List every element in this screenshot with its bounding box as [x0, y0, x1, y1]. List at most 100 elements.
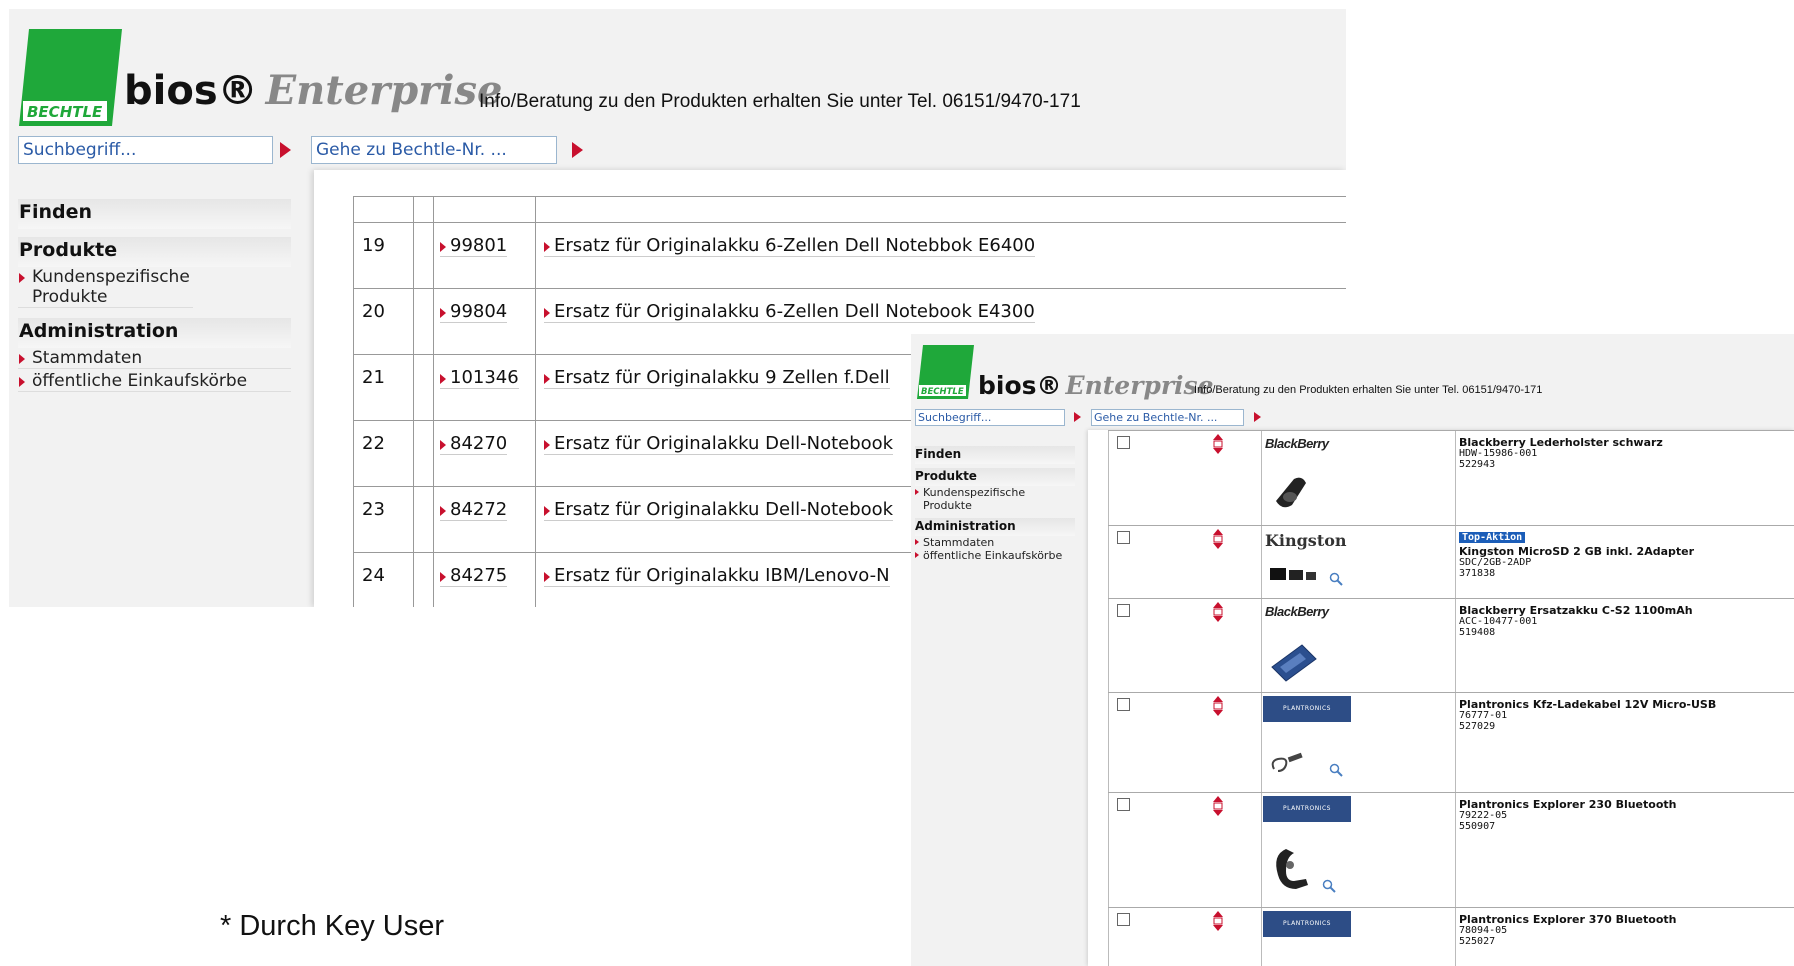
- goto-number-input[interactable]: Gehe zu Bechtle-Nr. ...: [311, 136, 557, 164]
- product-sku: ACC-10477-001: [1459, 616, 1538, 627]
- sort-updown-icon[interactable]: [1212, 434, 1224, 454]
- brand-logo-plantronics: PLANTRONICS: [1263, 696, 1351, 722]
- sort-updown-icon[interactable]: [1212, 796, 1224, 816]
- sort-updown-icon[interactable]: [1212, 911, 1224, 931]
- footnote-key-user: * Durch Key User: [220, 910, 445, 942]
- product-image-battery[interactable]: [1268, 639, 1320, 683]
- bechtle-logo[interactable]: BECHTLE: [917, 345, 974, 399]
- article-description-link[interactable]: Ersatz für Originalakku Dell-Notebook: [544, 499, 894, 521]
- bechtle-logo[interactable]: BECHTLE: [19, 29, 122, 126]
- product-name[interactable]: Kingston MicroSD 2 GB inkl. 2Adapter: [1459, 546, 1694, 557]
- sidebar-item-stammdaten[interactable]: Stammdaten: [18, 348, 291, 369]
- sidebar-section-administration[interactable]: Administration: [915, 518, 1075, 536]
- sidebar-section-produkte[interactable]: Produkte: [18, 237, 291, 267]
- brand-logo-plantronics: PLANTRONICS: [1263, 796, 1351, 822]
- article-number-link[interactable]: 99804: [440, 301, 508, 323]
- product-name[interactable]: Blackberry Lederholster schwarz: [1459, 437, 1663, 448]
- article-description-link[interactable]: Ersatz für Originalakku Dell-Notebook: [544, 433, 894, 455]
- product-sku: 79222-05: [1459, 810, 1508, 821]
- brand-bios: bios®: [978, 371, 1062, 400]
- article-description-link[interactable]: Ersatz für Originalakku 6-Zellen Dell No…: [544, 301, 1035, 323]
- article-number-link[interactable]: 84272: [440, 499, 508, 521]
- product-image-microsd[interactable]: [1268, 564, 1326, 586]
- product-row: PLANTRONICS Plantronics Kfz-Ladekabel 12…: [1108, 692, 1794, 792]
- product-number: 371838: [1459, 568, 1496, 579]
- product-image-charger-cable[interactable]: [1268, 751, 1308, 775]
- article-description-link[interactable]: Ersatz für Originalakku 6-Zellen Dell No…: [544, 235, 1036, 257]
- zoom-icon[interactable]: [1322, 879, 1336, 893]
- search-input[interactable]: Suchbegriff...: [18, 136, 273, 164]
- logo-text: BECHTLE: [27, 103, 103, 121]
- search-submit-arrow-icon[interactable]: [1071, 409, 1083, 426]
- select-checkbox[interactable]: [1117, 436, 1130, 449]
- product-image-headset[interactable]: [1268, 845, 1316, 895]
- product-row: BlackBerry Blackberry Ersatzakku C-S2 11…: [1108, 598, 1794, 692]
- brand-logo-blackberry: BlackBerry: [1265, 604, 1329, 619]
- sidebar-item-kundenspezifische-produkte[interactable]: Kundenspezifische Produkte: [18, 267, 193, 308]
- sidebar-item-einkaufskoerbe[interactable]: öffentliche Einkaufskörbe: [915, 549, 1075, 562]
- brand-logo-blackberry: BlackBerry: [1265, 436, 1329, 451]
- zoom-icon[interactable]: [1329, 572, 1343, 586]
- product-row: PLANTRONICS Plantronics Explorer 370 Blu…: [1108, 907, 1794, 966]
- article-number-link[interactable]: 99801: [440, 235, 508, 257]
- article-number-link[interactable]: 84270: [440, 433, 508, 455]
- article-description-link[interactable]: Ersatz für Originalakku IBM/Lenovo-N: [544, 565, 890, 587]
- select-checkbox[interactable]: [1117, 531, 1130, 544]
- sort-updown-icon[interactable]: [1212, 696, 1224, 716]
- product-number: 525027: [1459, 936, 1496, 947]
- table-header-row: [353, 196, 1346, 223]
- brand-title: bios® Enterprise: [124, 67, 502, 114]
- screenshot-overlay: BECHTLE bios® Enterprise Info/Beratung zu…: [911, 334, 1794, 966]
- article-number-link[interactable]: 101346: [440, 367, 519, 389]
- sidebar-section-produkte[interactable]: Produkte: [915, 468, 1075, 486]
- select-checkbox[interactable]: [1117, 604, 1130, 617]
- product-name[interactable]: Plantronics Explorer 230 Bluetooth: [1459, 799, 1676, 810]
- row-number: 24: [353, 552, 414, 607]
- sidebar-section-finden[interactable]: Finden: [18, 199, 291, 229]
- row-number: 23: [353, 486, 414, 553]
- product-name[interactable]: Plantronics Kfz-Ladekabel 12V Micro-USB: [1459, 699, 1716, 710]
- goto-number-input[interactable]: Gehe zu Bechtle-Nr. ...: [1091, 409, 1244, 426]
- sidebar: Finden Produkte Kundenspezifische Produk…: [18, 199, 291, 392]
- product-name[interactable]: Blackberry Ersatzakku C-S2 1100mAh: [1459, 605, 1693, 616]
- goto-submit-arrow-icon[interactable]: [567, 136, 587, 164]
- brand-logo-plantronics: PLANTRONICS: [1263, 911, 1351, 937]
- logo-text: BECHTLE: [921, 387, 964, 397]
- sort-updown-icon[interactable]: [1212, 602, 1224, 622]
- select-checkbox[interactable]: [1117, 698, 1130, 711]
- product-row: Kingston Top-Aktion Kingston MicroSD 2 G…: [1108, 525, 1794, 598]
- sidebar-section-administration[interactable]: Administration: [18, 318, 291, 348]
- select-checkbox[interactable]: [1117, 798, 1130, 811]
- info-hotline: Info/Beratung zu den Produkten erhalten …: [479, 91, 1081, 112]
- top-aktion-badge[interactable]: Top-Aktion: [1459, 532, 1526, 543]
- product-row: PLANTRONICS Plantronics Explorer 230 Blu…: [1108, 792, 1794, 907]
- brand-bios: bios®: [124, 68, 258, 114]
- article-number-link[interactable]: 84275: [440, 565, 508, 587]
- sidebar-item-stammdaten[interactable]: Stammdaten: [915, 536, 1075, 549]
- sort-updown-icon[interactable]: [1212, 529, 1224, 549]
- brand-enterprise: Enterprise: [1065, 371, 1214, 400]
- sidebar: Finden Produkte Kundenspezifische Produk…: [915, 446, 1075, 562]
- product-list-panel: BlackBerry Blackberry Lederholster schwa…: [1088, 430, 1794, 966]
- info-hotline: Info/Beratung zu den Produkten erhalten …: [1194, 384, 1543, 396]
- product-sku: HDW-15986-001: [1459, 448, 1538, 459]
- sidebar-item-kundenspezifische-produkte[interactable]: Kundenspezifische Produkte: [915, 486, 1025, 512]
- table-row: 19 99801 Ersatz für Originalakku 6-Zelle…: [353, 222, 1346, 289]
- product-sku: 78094-05: [1459, 925, 1508, 936]
- article-description-link[interactable]: Ersatz für Originalakku 9 Zellen f.Dell: [544, 367, 890, 389]
- product-name[interactable]: Plantronics Explorer 370 Bluetooth: [1459, 914, 1676, 925]
- product-number: 550907: [1459, 821, 1496, 832]
- product-number: 522943: [1459, 459, 1496, 470]
- row-number: 19: [353, 222, 414, 289]
- zoom-icon[interactable]: [1329, 763, 1343, 777]
- product-number: 527029: [1459, 721, 1496, 732]
- sidebar-item-einkaufskoerbe[interactable]: öffentliche Einkaufskörbe: [18, 371, 291, 392]
- search-input[interactable]: Suchbegriff...: [915, 409, 1065, 426]
- brand-enterprise: Enterprise: [265, 67, 503, 114]
- goto-submit-arrow-icon[interactable]: [1251, 409, 1263, 426]
- product-image-holster[interactable]: [1268, 471, 1314, 513]
- row-number: 20: [353, 288, 414, 355]
- sidebar-section-finden[interactable]: Finden: [915, 446, 1075, 464]
- search-submit-arrow-icon[interactable]: [275, 136, 295, 164]
- select-checkbox[interactable]: [1117, 913, 1130, 926]
